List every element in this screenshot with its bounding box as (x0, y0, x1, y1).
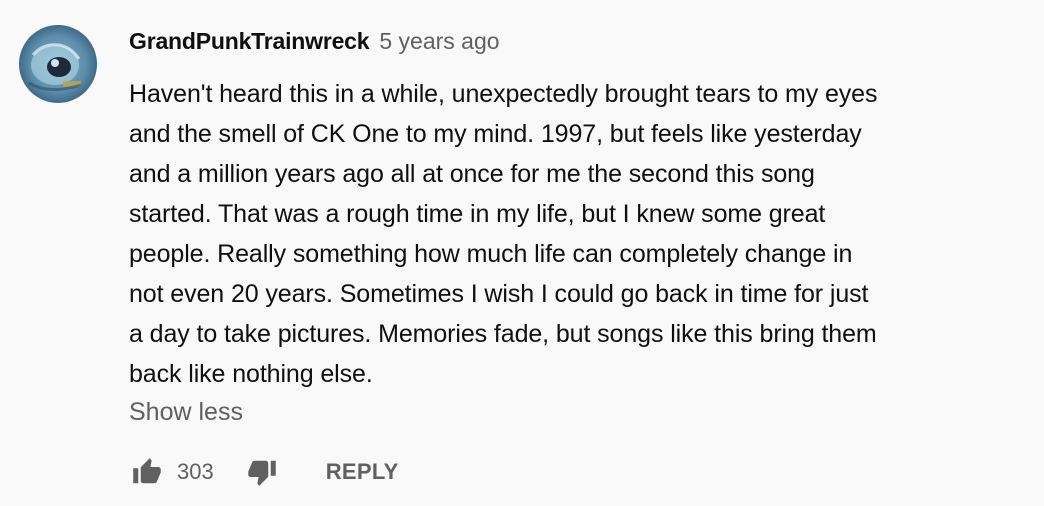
avatar[interactable] (19, 25, 97, 103)
dislike-button[interactable] (244, 454, 280, 490)
comment-timestamp[interactable]: 5 years ago (379, 28, 499, 55)
like-button[interactable] (129, 454, 165, 490)
author-name[interactable]: GrandPunkTrainwreck (129, 28, 370, 55)
comment-body: GrandPunkTrainwreck 5 years ago Haven't … (129, 28, 1029, 427)
like-count: 303 (177, 459, 214, 484)
comment-thread: GrandPunkTrainwreck 5 years ago Haven't … (0, 0, 1044, 506)
reply-button[interactable]: REPLY (326, 459, 399, 485)
avatar-icon (19, 25, 97, 103)
comment-text: Haven't heard this in a while, unexpecte… (129, 80, 878, 388)
thumbs-up-icon (133, 458, 161, 484)
comment-actions: 303 REPLY (129, 452, 399, 492)
comment-header: GrandPunkTrainwreck 5 years ago (129, 28, 1029, 60)
show-less-button[interactable]: Show less (129, 398, 243, 427)
thumbs-down-icon (247, 460, 276, 486)
